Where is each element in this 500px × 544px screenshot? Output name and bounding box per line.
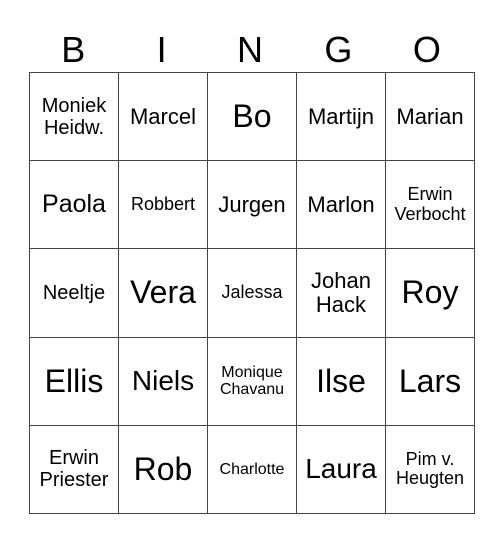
- bingo-cell[interactable]: Vera: [118, 248, 208, 338]
- cell-label: Ellis: [44, 362, 104, 399]
- cell-label: Erwin Priester: [39, 447, 109, 492]
- header-letter-o: O: [412, 29, 441, 70]
- cell-label: Jurgen: [218, 191, 286, 217]
- bingo-cell[interactable]: Jurgen: [207, 160, 297, 250]
- cell-label: Neeltje: [42, 281, 106, 304]
- cell-label: Erwin Verbocht: [394, 183, 466, 224]
- cell-label: Bo: [232, 98, 272, 134]
- grid-row: Erwin Priester Rob Charlotte Laura Pim v…: [29, 424, 475, 515]
- bingo-cell[interactable]: Robbert: [118, 160, 208, 250]
- bingo-cell[interactable]: Niels: [118, 336, 208, 426]
- cell-label: Martijn: [307, 103, 374, 129]
- cell-label: Roy: [401, 274, 459, 311]
- cell-label: Lars: [398, 362, 462, 399]
- bingo-cell[interactable]: Pim v. Heugten: [385, 424, 475, 515]
- bingo-cell[interactable]: Laura: [296, 424, 386, 515]
- cell-label: Vera: [130, 274, 196, 311]
- bingo-header: B I N G O: [29, 28, 471, 72]
- cell-label: Niels: [131, 364, 195, 396]
- cell-label: Robbert: [130, 193, 196, 214]
- cell-label: Marlon: [307, 191, 375, 217]
- bingo-cell[interactable]: Ilse: [296, 336, 386, 426]
- cell-label: Marian: [396, 103, 464, 129]
- header-letter-g: G: [324, 29, 353, 70]
- header-letter-b: B: [61, 29, 86, 70]
- grid-row: Moniek Heidw. Marcel Bo Martijn Marian: [29, 71, 475, 162]
- bingo-grid: Moniek Heidw. Marcel Bo Martijn Marian P…: [29, 71, 475, 515]
- bingo-cell[interactable]: Jalessa: [207, 248, 297, 338]
- bingo-cell[interactable]: Erwin Verbocht: [385, 160, 475, 250]
- cell-label: Pim v. Heugten: [395, 448, 465, 489]
- bingo-cell[interactable]: Paola: [29, 160, 119, 250]
- cell-label: Paola: [42, 190, 106, 219]
- bingo-cell[interactable]: Martijn: [296, 71, 386, 162]
- bingo-cell[interactable]: Bo: [207, 71, 297, 162]
- bingo-cell[interactable]: Monique Chavanu: [207, 336, 297, 426]
- bingo-cell[interactable]: Johan Hack: [296, 248, 386, 338]
- cell-label: Monique Chavanu: [219, 363, 285, 399]
- cell-label: Charlotte: [219, 460, 285, 478]
- bingo-cell[interactable]: Ellis: [29, 336, 119, 426]
- bingo-cell[interactable]: Roy: [385, 248, 475, 338]
- cell-label: Johan Hack: [311, 267, 371, 317]
- bingo-cell[interactable]: Erwin Priester: [29, 424, 119, 515]
- bingo-cell[interactable]: Rob: [118, 424, 208, 515]
- bingo-cell[interactable]: Marlon: [296, 160, 386, 250]
- cell-label: Marcel: [129, 103, 196, 129]
- grid-row: Ellis Niels Monique Chavanu Ilse Lars: [29, 336, 475, 426]
- cell-label: Rob: [133, 450, 193, 487]
- bingo-cell[interactable]: Lars: [385, 336, 475, 426]
- cell-label: Moniek Heidw.: [41, 94, 107, 139]
- header-letter-n: N: [237, 29, 264, 70]
- cell-label: Ilse: [316, 362, 366, 399]
- bingo-cell[interactable]: Moniek Heidw.: [29, 71, 119, 162]
- bingo-cell[interactable]: Neeltje: [29, 248, 119, 338]
- cell-label: Laura: [305, 452, 377, 484]
- bingo-cell[interactable]: Marcel: [118, 71, 208, 162]
- cell-label: Jalessa: [221, 282, 283, 303]
- bingo-cell[interactable]: Marian: [385, 71, 475, 162]
- bingo-cell[interactable]: Charlotte: [207, 424, 297, 515]
- grid-row: Neeltje Vera Jalessa Johan Hack Roy: [29, 248, 475, 338]
- header-letter-i: I: [156, 29, 167, 70]
- grid-row: Paola Robbert Jurgen Marlon Erwin Verboc…: [29, 160, 475, 250]
